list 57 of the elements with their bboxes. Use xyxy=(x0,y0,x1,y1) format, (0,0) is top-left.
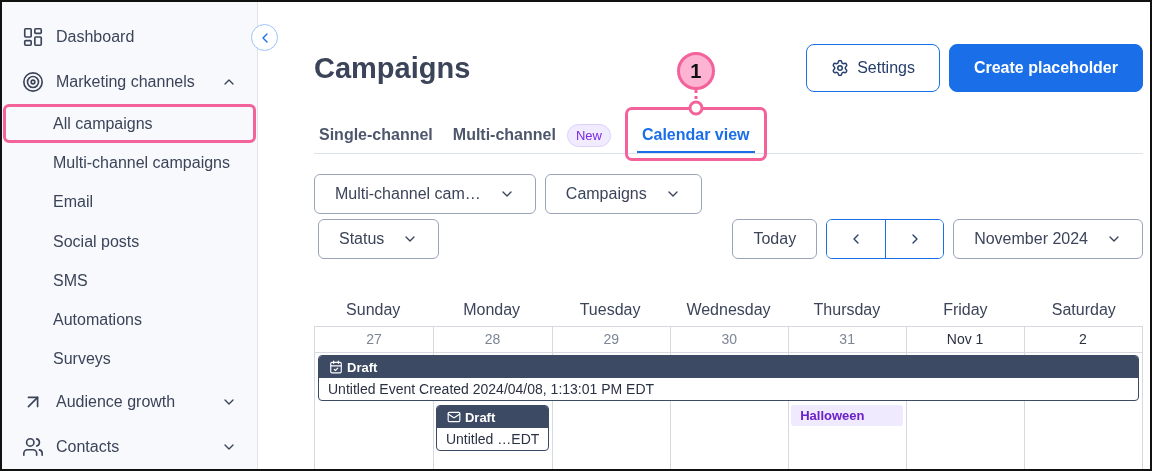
sidebar-item[interactable]: Marketing channels xyxy=(2,59,241,105)
weekday-label: Friday xyxy=(942,301,989,319)
date-number: 31 xyxy=(788,327,907,353)
month-dropdown[interactable]: November 2024 xyxy=(953,219,1143,259)
date-number: 28 xyxy=(432,327,553,353)
nav-icon xyxy=(22,435,44,458)
tab[interactable]: Calendar view xyxy=(636,118,755,153)
date-number: 29 xyxy=(552,327,671,353)
event-card[interactable]: Draft Untitled …EDT xyxy=(435,405,550,451)
envelope-icon xyxy=(446,410,461,424)
sidebar-subitem[interactable]: Social posts xyxy=(3,221,256,262)
sidebar-item[interactable]: Contacts xyxy=(2,424,241,469)
filter-dropdown[interactable]: Campaigns xyxy=(544,174,702,214)
date-number: Nov 1 xyxy=(906,327,1025,353)
next-button[interactable] xyxy=(885,220,944,258)
new-badge: New xyxy=(566,124,611,147)
weekday-label: Wednesday xyxy=(685,301,772,319)
date-number: 2 xyxy=(1024,327,1142,353)
sidebar-label: Marketing channels xyxy=(56,72,196,91)
settings-button[interactable]: Settings xyxy=(806,44,940,92)
callout-number: 1 xyxy=(676,52,715,90)
callout-pointer xyxy=(687,90,704,116)
tab[interactable]: Multi-channel xyxy=(447,118,561,153)
date-number: 27 xyxy=(315,327,433,353)
status-label: Draft xyxy=(347,359,378,375)
sidebar-item[interactable]: Dashboard xyxy=(2,14,241,59)
calendar-check-icon xyxy=(329,360,343,374)
weekday-label: Tuesday xyxy=(578,301,642,319)
weekday-label: Monday xyxy=(462,301,522,319)
sidebar-subitem[interactable]: Automations xyxy=(3,300,256,340)
weekday-label: Saturday xyxy=(1050,301,1117,319)
sidebar-subitem[interactable]: Email xyxy=(3,182,256,222)
weekday-label: Thursday xyxy=(812,301,882,319)
sidebar-subitem[interactable]: Multi-channel campaigns xyxy=(3,143,256,183)
create-button[interactable]: Create placeholder xyxy=(948,44,1143,92)
weekday-label: Sunday xyxy=(345,301,402,319)
event-card[interactable]: Draft Untitled Event Created 2024/04/08, 1:13:01 PM EDT xyxy=(318,355,1139,401)
sidebar-label: Audience growth xyxy=(56,392,177,411)
date-number: 30 xyxy=(670,327,789,353)
settings-icon xyxy=(831,59,850,77)
sidebar-label: Dashboard xyxy=(56,27,136,46)
sidebar-subitem[interactable]: SMS xyxy=(3,261,256,301)
sidebar-item[interactable]: Audience growth xyxy=(2,379,241,424)
filter-dropdown[interactable]: Status xyxy=(318,219,440,259)
tab[interactable]: Single-channel xyxy=(314,118,438,153)
sidebar-subitem[interactable]: Surveys xyxy=(3,339,256,379)
sidebar-subitem[interactable]: All campaigns xyxy=(3,104,256,144)
sidebar-label: Contacts xyxy=(56,437,121,456)
nav-icon xyxy=(22,25,44,48)
filter-dropdown[interactable]: Multi-channel cam… xyxy=(314,174,536,214)
holiday-label[interactable]: Halloween xyxy=(791,405,904,426)
event-title: Untitled …EDT xyxy=(444,430,541,449)
event-title: Untitled Event Created 2024/04/08, 1:13:01 PM EDT xyxy=(327,380,656,399)
today-button[interactable]: Today xyxy=(732,219,818,259)
nav-icon xyxy=(22,70,44,93)
page-title: Campaigns xyxy=(314,51,471,85)
status-label: Draft xyxy=(464,409,496,425)
